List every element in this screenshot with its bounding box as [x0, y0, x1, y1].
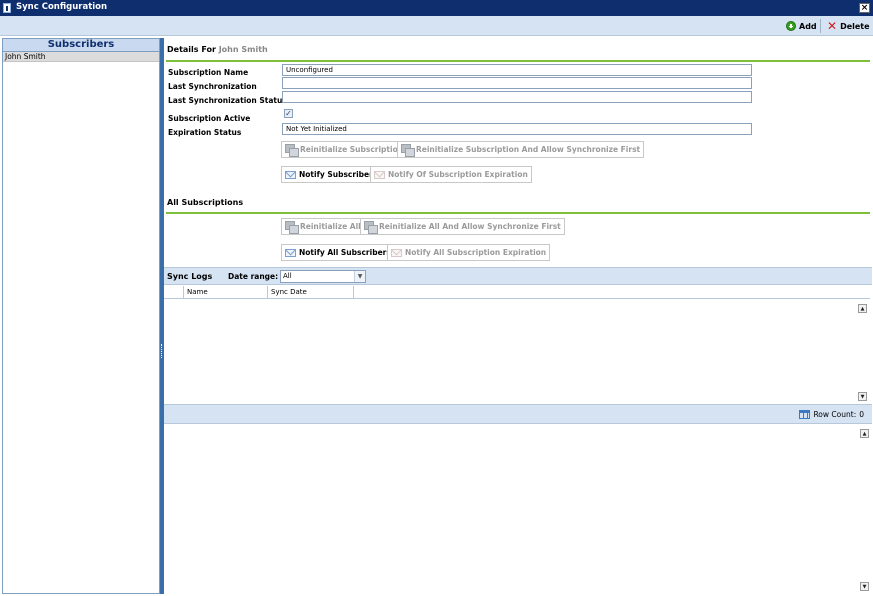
- notify-subscriber-label: Notify Subscriber: [299, 170, 373, 179]
- delete-x-icon: ✕: [827, 19, 838, 33]
- details-subscriber-name: John Smith: [218, 45, 268, 54]
- details-title-prefix: Details For: [167, 45, 216, 54]
- envelope-icon: [374, 170, 385, 179]
- grid-column-name[interactable]: Name: [184, 286, 268, 299]
- date-range-select[interactable]: All ▼: [280, 270, 366, 283]
- toolbar-separator: [820, 19, 821, 33]
- window-title: Sync Configuration: [16, 2, 108, 12]
- reinitialize-subscription-label: Reinitialize Subscription: [300, 145, 404, 154]
- app-icon: [3, 3, 11, 13]
- chevron-down-icon[interactable]: ▼: [354, 271, 365, 282]
- expiration-status-field[interactable]: Not Yet Initialized: [282, 123, 752, 135]
- reinitialize-icon: [285, 144, 299, 157]
- all-subscriptions-divider: [166, 212, 870, 214]
- subscribers-panel: Subscribers John Smith: [2, 38, 160, 594]
- last-sync-field[interactable]: [282, 77, 752, 89]
- envelope-icon: [285, 248, 296, 257]
- splitter-grip[interactable]: [161, 344, 163, 358]
- scroll-up-icon[interactable]: ▲: [858, 304, 867, 313]
- row-count-value: 0: [859, 410, 864, 419]
- date-range-label: Date range:: [228, 272, 279, 281]
- sync-logs-grid-header: Name Sync Date: [164, 286, 870, 299]
- envelope-icon: [285, 170, 296, 179]
- scroll-up-icon[interactable]: ▲: [860, 429, 869, 438]
- toolbar: Add ✕ Delete: [0, 16, 873, 36]
- delete-button-label: Delete: [840, 21, 870, 31]
- reinitialize-icon: [401, 144, 415, 157]
- notify-all-expiration-label: Notify All Subscription Expiration: [405, 248, 547, 257]
- reinitialize-sync-first-label: Reinitialize Subscription And Allow Sync…: [416, 145, 641, 154]
- sync-logs-title: Sync Logs: [167, 272, 213, 281]
- grid-column-indicator: [164, 286, 184, 299]
- subscription-active-label: Subscription Active: [168, 114, 251, 123]
- notify-all-label: Notify All Subscribers: [299, 248, 391, 257]
- reinitialize-sync-first-button[interactable]: Reinitialize Subscription And Allow Sync…: [397, 141, 645, 158]
- notify-all-expiration-button[interactable]: Notify All Subscription Expiration: [387, 244, 551, 261]
- scroll-down-icon[interactable]: ▼: [858, 392, 867, 401]
- subscription-name-label: Subscription Name: [168, 68, 249, 77]
- last-sync-status-label: Last Synchronization Status: [168, 96, 287, 105]
- window-titlebar: Sync Configuration ×: [0, 0, 873, 16]
- reinitialize-all-button[interactable]: Reinitialize All: [281, 218, 365, 235]
- envelope-icon: [391, 248, 402, 257]
- sync-logs-grid-body: ▲ ▼: [164, 300, 870, 403]
- sync-logs-bar: Sync Logs Date range: All ▼: [164, 267, 872, 285]
- sidebar-item-john-smith[interactable]: John Smith: [3, 52, 159, 62]
- grid-column-sync-date[interactable]: Sync Date: [268, 286, 354, 299]
- table-icon: [799, 410, 811, 419]
- add-button[interactable]: Add: [786, 21, 817, 31]
- row-count-label: Row Count:: [813, 410, 857, 419]
- log-detail-pane: ▲ ▼: [164, 425, 872, 594]
- row-count: Row Count: 0: [799, 410, 864, 419]
- notify-all-button[interactable]: Notify All Subscribers: [281, 244, 395, 261]
- reinitialize-icon: [364, 221, 378, 234]
- details-title: Details For John Smith: [167, 45, 268, 54]
- expiration-status-label: Expiration Status: [168, 128, 242, 137]
- close-icon[interactable]: ×: [859, 3, 870, 13]
- details-divider: [166, 60, 870, 62]
- add-circle-icon: [786, 21, 796, 31]
- main-panel: Details For John Smith Subscription Name…: [164, 38, 872, 594]
- all-subscriptions-title: All Subscriptions: [167, 198, 244, 207]
- last-sync-label: Last Synchronization: [168, 82, 257, 91]
- scroll-down-icon[interactable]: ▼: [860, 582, 869, 591]
- subscription-active-checkbox[interactable]: ✓: [284, 109, 293, 118]
- notify-subscriber-button[interactable]: Notify Subscriber: [281, 166, 377, 183]
- reinitialize-icon: [285, 221, 299, 234]
- reinitialize-all-sync-first-label: Reinitialize All And Allow Synchronize F…: [379, 222, 561, 231]
- subscription-name-field[interactable]: Unconfigured: [282, 64, 752, 76]
- last-sync-status-field[interactable]: [282, 91, 752, 103]
- sync-logs-grid-footer: Row Count: 0: [164, 404, 872, 424]
- notify-expiration-label: Notify Of Subscription Expiration: [388, 170, 528, 179]
- reinitialize-all-sync-first-button[interactable]: Reinitialize All And Allow Synchronize F…: [360, 218, 565, 235]
- add-button-label: Add: [799, 21, 817, 31]
- subscribers-header: Subscribers: [3, 39, 159, 52]
- notify-expiration-button[interactable]: Notify Of Subscription Expiration: [370, 166, 532, 183]
- delete-button[interactable]: ✕ Delete: [827, 19, 870, 33]
- date-range-value: All: [283, 272, 292, 280]
- reinitialize-subscription-button[interactable]: Reinitialize Subscription: [281, 141, 408, 158]
- reinitialize-all-label: Reinitialize All: [300, 222, 361, 231]
